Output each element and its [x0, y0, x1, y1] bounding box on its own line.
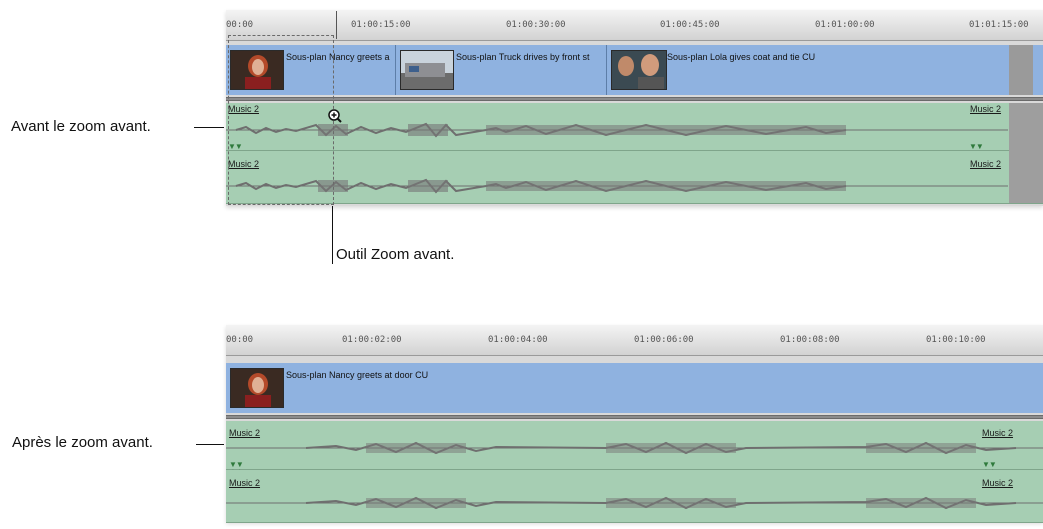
audio-waveform	[226, 122, 1008, 138]
zoom-in-tool-icon[interactable]	[328, 109, 342, 123]
audio-clip-label: Music 2	[229, 478, 261, 488]
video-clip-truck[interactable]: Sous-plan Truck drives by front st	[395, 45, 606, 95]
callout-before-zoom: Avant le zoom avant.	[11, 118, 151, 135]
clip-thumbnail	[400, 50, 454, 90]
clip-label: Sous-plan Nancy greets at door CU	[286, 370, 429, 380]
audio-track-a1[interactable]: Music 2 Music 2 ▼▼▲▲ ▼▼▲▲	[226, 421, 1043, 476]
timecode-label: 00:00	[226, 335, 254, 345]
audio-clip-label: Music 2	[982, 478, 1014, 488]
callout-after-leader	[196, 444, 224, 445]
timeline-after-zoom: 00:00 01:00:02:00 01:00:04:00 01:00:06:0…	[226, 325, 1043, 523]
audio-track-a2[interactable]: Music 2 Music 2	[226, 470, 1043, 523]
timecode-label: 00:00	[226, 20, 254, 30]
video-clip-nancy[interactable]: Sous-plan Nancy greets at door CU	[226, 363, 1043, 413]
timecode-label: 01:01:15:00	[969, 20, 1029, 30]
timecode-label: 01:00:08:00	[780, 335, 840, 345]
timecode-label: 01:00:02:00	[342, 335, 402, 345]
track-divider[interactable]	[226, 415, 1043, 419]
clip-label: Sous-plan Truck drives by front st	[456, 52, 590, 62]
track-end	[1009, 45, 1033, 95]
timecode-label: 01:00:15:00	[351, 20, 411, 30]
audio-clip-label: Music 2	[970, 159, 1002, 169]
track-divider[interactable]	[226, 97, 1043, 101]
time-ruler[interactable]: 00:00 01:00:15:00 01:00:30:00 01:00:45:0…	[226, 10, 1043, 41]
audio-track-a2[interactable]: Music 2 Music 2	[226, 151, 1043, 204]
audio-waveform	[226, 496, 1043, 510]
callout-zoom-tool: Outil Zoom avant.	[336, 246, 455, 263]
time-ruler[interactable]: 00:00 01:00:02:00 01:00:04:00 01:00:06:0…	[226, 325, 1043, 356]
clip-label: Sous-plan Lola gives coat and tie CU	[667, 52, 816, 62]
timecode-label: 01:00:04:00	[488, 335, 548, 345]
clip-thumbnail	[611, 50, 667, 90]
timecode-label: 01:00:10:00	[926, 335, 986, 345]
audio-waveform	[226, 441, 1043, 455]
clip-thumbnail	[230, 368, 284, 408]
zoom-selection-marquee	[228, 35, 334, 205]
audio-waveform	[226, 178, 1008, 194]
video-track[interactable]: Sous-plan Nancy greets at door CU	[226, 363, 1043, 413]
timecode-label: 01:00:06:00	[634, 335, 694, 345]
timeline-before-zoom: 00:00 01:00:15:00 01:00:30:00 01:00:45:0…	[226, 10, 1043, 206]
audio-clip-label: Music 2	[970, 104, 1002, 114]
audio-track-a1[interactable]: Music 2 Music 2 ▼▼▲▲ ▼▼▲▲	[226, 103, 1043, 158]
video-clip-lola[interactable]: Sous-plan Lola gives coat and tie CU	[606, 45, 1009, 95]
timecode-label: 01:00:30:00	[506, 20, 566, 30]
playhead[interactable]	[336, 11, 337, 39]
timecode-label: 01:00:45:00	[660, 20, 720, 30]
callout-before-leader	[194, 127, 224, 128]
callout-after-zoom: Après le zoom avant.	[12, 434, 153, 451]
timecode-label: 01:01:00:00	[815, 20, 875, 30]
video-track[interactable]: Sous-plan Nancy greets a Sous-plan Truck…	[226, 45, 1043, 95]
track-end	[1009, 103, 1043, 203]
